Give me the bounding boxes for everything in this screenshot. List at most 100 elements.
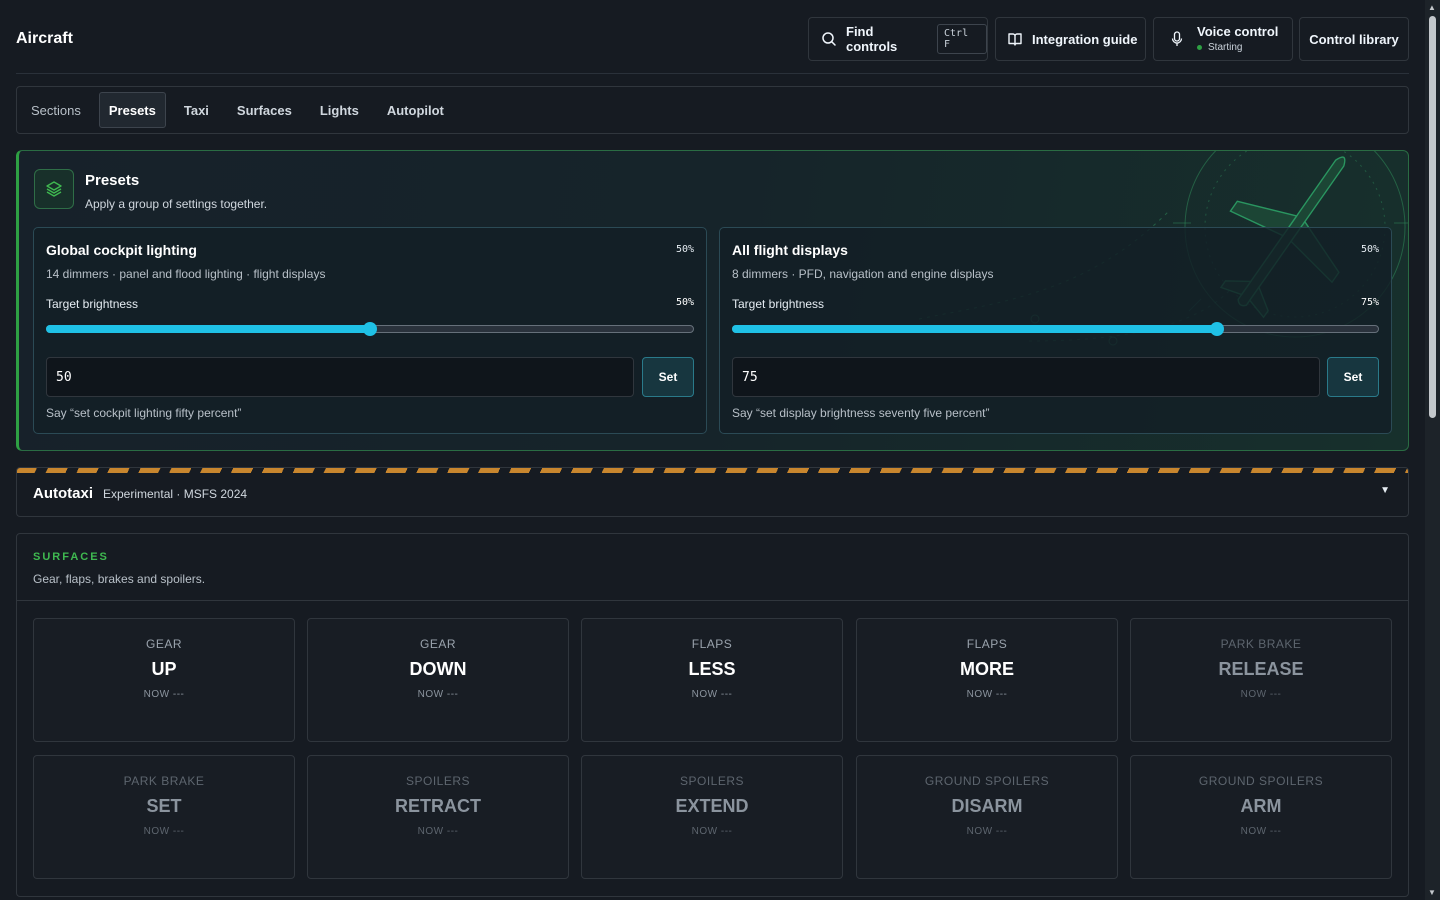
brightness-input[interactable]: 50 <box>46 357 634 397</box>
control-button-gear-up[interactable]: GEAR UP NOW --- <box>33 618 295 742</box>
control-category: FLAPS <box>691 637 733 651</box>
book-icon <box>1008 33 1022 46</box>
preset-card-title: Global cockpit lighting <box>46 242 197 258</box>
control-button-ground-spoilers-arm[interactable]: GROUND SPOILERS ARM NOW --- <box>1130 755 1392 879</box>
integration-guide-label: Integration guide <box>1032 31 1138 47</box>
section-tabs: Sections Presets Taxi Surfaces Lights Au… <box>16 86 1409 134</box>
scroll-up-icon[interactable]: ▲ <box>1428 3 1436 12</box>
control-button-spoilers-extend[interactable]: SPOILERS EXTEND NOW --- <box>581 755 843 879</box>
surfaces-header: SURFACES Gear, flaps, brakes and spoiler… <box>17 534 1408 601</box>
control-action: RELEASE <box>1218 659 1304 679</box>
status-dot-icon <box>1197 45 1202 51</box>
control-state: NOW --- <box>966 826 1008 837</box>
brightness-slider[interactable] <box>46 322 694 336</box>
control-state: NOW --- <box>143 826 185 837</box>
control-state: NOW --- <box>143 689 185 700</box>
set-button[interactable]: Set <box>1327 357 1379 397</box>
autotaxi-section-toggle[interactable]: Autotaxi Experimental · MSFS 2024 ▼ <box>16 467 1409 517</box>
control-button-flaps-less[interactable]: FLAPS LESS NOW --- <box>581 618 843 742</box>
surfaces-section: SURFACES Gear, flaps, brakes and spoiler… <box>16 533 1409 897</box>
control-category: GROUND SPOILERS <box>1198 774 1324 788</box>
target-brightness-value: 50% <box>675 297 694 308</box>
hazard-stripe <box>17 468 1408 473</box>
keyboard-shortcut-badge: Ctrl F <box>937 24 987 54</box>
surfaces-subtitle: Gear, flaps, brakes and spoilers. <box>33 572 206 586</box>
microphone-icon <box>1171 31 1183 46</box>
control-category: FLAPS <box>966 637 1008 651</box>
voice-control-button[interactable]: Voice control Starting <box>1153 17 1293 61</box>
voice-hint: Say “set display brightness seventy five… <box>732 406 990 420</box>
page-scrollbar[interactable]: ▲ ▼ <box>1425 0 1440 900</box>
target-brightness-value: 75% <box>1360 297 1379 308</box>
control-button-spoilers-retract[interactable]: SPOILERS RETRACT NOW --- <box>307 755 569 879</box>
current-brightness-value: 50% <box>1360 244 1379 255</box>
tab-presets[interactable]: Presets <box>98 92 166 128</box>
control-state: NOW --- <box>691 689 733 700</box>
control-category: PARK BRAKE <box>123 774 205 788</box>
control-action: DOWN <box>409 659 467 679</box>
control-state: NOW --- <box>417 689 459 700</box>
slider-thumb[interactable] <box>1210 322 1225 336</box>
tab-lights[interactable]: Lights <box>310 92 369 128</box>
tab-taxi[interactable]: Taxi <box>174 92 219 128</box>
control-action: SET <box>146 796 182 816</box>
control-action: ARM <box>1240 796 1282 816</box>
tab-autopilot[interactable]: Autopilot <box>377 92 454 128</box>
find-controls-label: Find controls <box>846 24 898 54</box>
tab-surfaces[interactable]: Surfaces <box>227 92 302 128</box>
top-bar: Aircraft Find controls Ctrl F Integratio… <box>16 0 1409 74</box>
autotaxi-title: Autotaxi <box>33 485 93 502</box>
control-action: MORE <box>960 659 1014 679</box>
slider-fill <box>732 325 1218 333</box>
scrollbar-thumb[interactable] <box>1429 16 1436 418</box>
find-controls-button[interactable]: Find controls Ctrl F <box>808 17 988 61</box>
scroll-down-icon[interactable]: ▼ <box>1428 888 1436 897</box>
control-button-ground-spoilers-disarm[interactable]: GROUND SPOILERS DISARM NOW --- <box>856 755 1118 879</box>
voice-status: Starting <box>1197 42 1278 54</box>
voice-status-text: Starting <box>1208 41 1243 53</box>
control-category: SPOILERS <box>679 774 745 788</box>
control-state: NOW --- <box>1240 826 1282 837</box>
target-brightness-label: Target brightness <box>46 297 139 311</box>
brightness-input[interactable]: 75 <box>732 357 1320 397</box>
control-action: LESS <box>688 659 736 679</box>
control-state: NOW --- <box>1240 689 1282 700</box>
control-button-gear-down[interactable]: GEAR DOWN NOW --- <box>307 618 569 742</box>
slider-fill <box>46 325 370 333</box>
voice-control-label: Voice control <box>1197 24 1279 40</box>
chevron-down-icon[interactable]: ▼ <box>1380 485 1390 496</box>
slider-thumb[interactable] <box>363 322 377 336</box>
control-library-label: Control library <box>1309 31 1399 47</box>
preset-card-cockpit-lighting: Global cockpit lighting 50% 14 dimmers ·… <box>33 227 707 434</box>
preset-card-subtitle: 8 dimmers · PFD, navigation and engine d… <box>732 267 994 281</box>
control-button-park-brake-release[interactable]: PARK BRAKE RELEASE NOW --- <box>1130 618 1392 742</box>
integration-guide-button[interactable]: Integration guide <box>995 17 1146 61</box>
control-button-park-brake-set[interactable]: PARK BRAKE SET NOW --- <box>33 755 295 879</box>
control-category: GROUND SPOILERS <box>924 774 1050 788</box>
control-category: GEAR <box>419 637 456 651</box>
control-library-button[interactable]: Control library <box>1299 17 1409 61</box>
control-action: DISARM <box>951 796 1023 816</box>
target-brightness-label: Target brightness <box>732 297 825 311</box>
control-category: GEAR <box>145 637 182 651</box>
presets-panel: Presets Apply a group of settings togeth… <box>16 150 1409 451</box>
autotaxi-subtitle: Experimental · MSFS 2024 <box>103 487 248 501</box>
control-action: UP <box>151 659 177 679</box>
current-brightness-value: 50% <box>675 244 694 255</box>
presets-title: Presets <box>85 172 140 189</box>
surfaces-label: SURFACES <box>33 551 109 563</box>
control-category: SPOILERS <box>405 774 471 788</box>
voice-hint: Say “set cockpit lighting fifty percent” <box>46 406 242 420</box>
search-icon <box>822 32 836 46</box>
tab-sections[interactable]: Sections <box>21 92 91 128</box>
brightness-slider[interactable] <box>732 322 1379 336</box>
control-button-flaps-more[interactable]: FLAPS MORE NOW --- <box>856 618 1118 742</box>
control-action: RETRACT <box>395 796 481 816</box>
preset-card-title: All flight displays <box>732 242 848 258</box>
set-button[interactable]: Set <box>642 357 694 397</box>
control-state: NOW --- <box>417 826 459 837</box>
preset-card-flight-displays: All flight displays 50% 8 dimmers · PFD,… <box>719 227 1392 434</box>
layers-icon <box>34 169 74 209</box>
control-category: PARK BRAKE <box>1220 637 1302 651</box>
presets-subtitle: Apply a group of settings together. <box>85 197 268 211</box>
